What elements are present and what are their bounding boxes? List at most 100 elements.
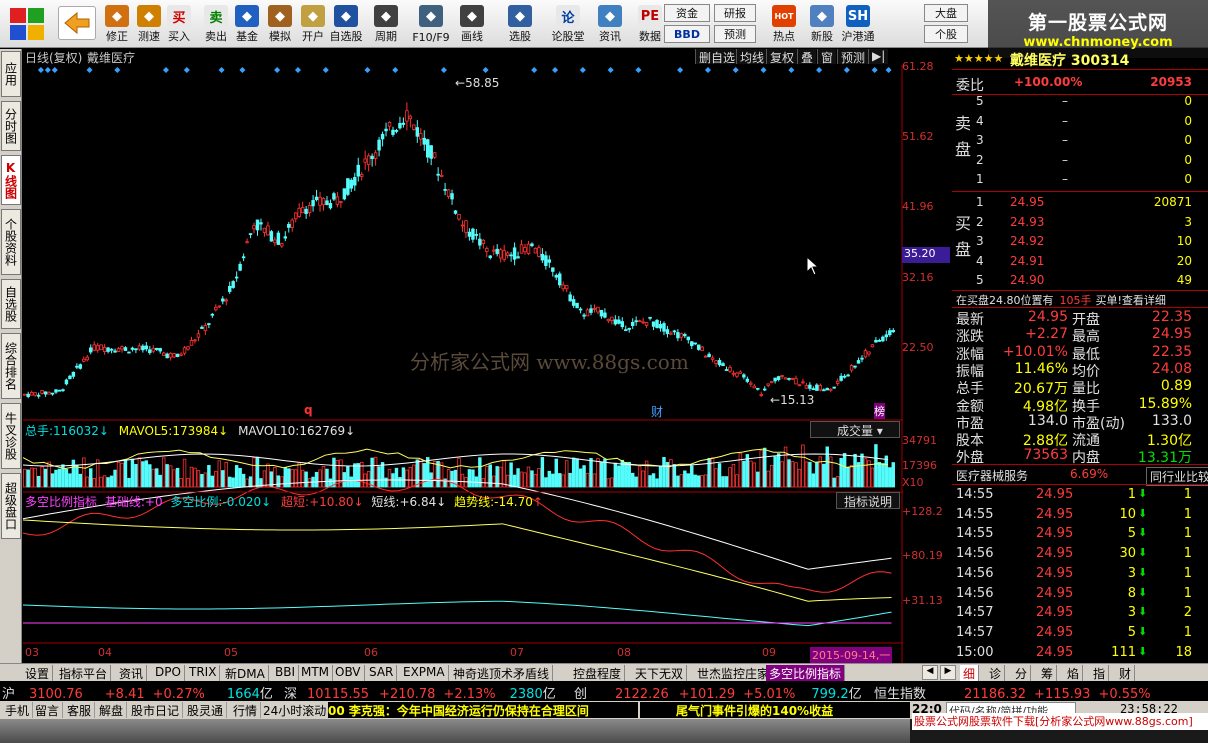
论股堂-toolbar-button[interactable]: 论论股堂 — [548, 2, 588, 46]
research-chip[interactable]: 研报 — [714, 4, 756, 22]
volume-bar — [742, 460, 746, 488]
marker-rank[interactable]: 榜 — [874, 403, 885, 419]
x-axis-cursor-date: 2015-09-14,一 — [810, 647, 893, 663]
forecast-chip[interactable]: 预测 — [714, 25, 756, 43]
buy-level-row[interactable]: 5 24.90 49 — [952, 273, 1194, 290]
sh-index[interactable]: 沪 3100.76 +8.41 +0.27% 1664亿 — [2, 683, 273, 702]
back-button[interactable] — [58, 6, 96, 40]
indicator-tab[interactable]: DPO — [152, 665, 185, 681]
indicator-tab[interactable]: 指标平台 — [56, 665, 112, 681]
single-stock-chip[interactable]: 个股 — [924, 25, 968, 43]
status-bar-item[interactable]: 解盘 — [96, 702, 128, 718]
toolbar-button-label: 热点 — [773, 30, 795, 43]
last-bar-button[interactable]: ▶| — [868, 49, 889, 64]
indicator-tab[interactable]: TRIX — [186, 665, 221, 681]
sz-index[interactable]: 深 10115.55 +210.78 +2.13% 2380亿 — [284, 683, 556, 702]
window-button[interactable]: 窗 — [817, 49, 837, 65]
tab-ranking[interactable]: 综合排名 — [1, 333, 21, 399]
quote-panel-tab[interactable]: 指 — [1090, 665, 1110, 681]
修正-toolbar-button[interactable]: ◆ 修正 — [102, 2, 132, 46]
开户-toolbar-button[interactable]: ◆ 开户 — [297, 2, 329, 46]
卖出-toolbar-button[interactable]: 卖卖出 — [200, 2, 232, 46]
资讯-toolbar-button[interactable]: ◆ 资讯 — [590, 2, 630, 46]
indicator-tab[interactable]: SAR — [366, 665, 398, 681]
F10-F9-toolbar-button[interactable]: ◆ F10/F9 — [410, 2, 452, 46]
tab-watchlist[interactable]: 自选股 — [1, 279, 21, 329]
tick-row: 14:55 24.95 5 ⬇ 1 — [952, 526, 1194, 543]
模拟-toolbar-button[interactable]: ◆ 模拟 — [264, 2, 296, 46]
chevron-down-icon: ▾ — [876, 424, 883, 438]
status-bar-item[interactable]: 留言 — [32, 702, 64, 718]
自选股-toolbar-button[interactable]: ◆ 自选股 — [329, 2, 363, 46]
buy-level-row[interactable]: 4 24.91 20 — [952, 254, 1194, 271]
scroll-right-button[interactable]: ▶ — [940, 665, 956, 680]
indicator-tab[interactable]: BBI — [272, 665, 300, 681]
买入-toolbar-button[interactable]: 买买入 — [163, 2, 195, 46]
indicator-tab[interactable]: MTM — [298, 665, 334, 681]
buy-level-row[interactable]: 1 24.95 20871 — [952, 195, 1194, 212]
quote-panel-tab[interactable]: 财 — [1116, 665, 1136, 681]
沪港通-toolbar-button[interactable]: SH 沪港通 — [842, 2, 875, 46]
marker-finance[interactable]: 财 — [651, 403, 663, 420]
news-ticker-1[interactable]: 00 李克强：今年中国经济运行仍保持在合理区间 — [328, 702, 638, 718]
status-bar-item[interactable]: 股灵通 — [184, 702, 228, 718]
新股-toolbar-button[interactable]: ◆ 新股 — [806, 2, 838, 46]
hs-index[interactable]: 恒生指数 21186.32 +115.93 +0.55% — [874, 683, 1151, 702]
indicator-tab[interactable]: 新DMA — [222, 665, 269, 681]
sell-level-row[interactable]: 1 – 0 — [952, 172, 1194, 189]
quote-panel-tab[interactable]: 筹 — [1038, 665, 1058, 681]
基金-toolbar-button[interactable]: ◆ 基金 — [232, 2, 262, 46]
indicator-tab[interactable]: OBV — [332, 665, 365, 681]
画线-toolbar-button[interactable]: ◆ 画线 — [452, 2, 492, 46]
tab-apps[interactable]: 应用 — [1, 51, 21, 97]
quote-panel-tab[interactable]: 诊 — [986, 665, 1006, 681]
indicator-tab[interactable]: 设置 — [22, 665, 54, 681]
sell-level-row[interactable]: 5 – 0 — [952, 94, 1194, 111]
cy-index[interactable]: 创 2122.26 +101.29 +5.01% 799.2亿 — [574, 683, 862, 702]
indicator-tab[interactable]: 控盘程度 — [570, 665, 626, 681]
tab-super-depth[interactable]: 超级盘口 — [1, 473, 21, 539]
status-bar-item[interactable]: 股市日记 — [128, 702, 184, 718]
ma-button[interactable]: 均线 — [736, 49, 768, 65]
adjust-button[interactable]: 复权 — [766, 49, 798, 65]
indicator-tab[interactable]: 多空比例指标 — [766, 665, 846, 681]
sell-level-row[interactable]: 3 – 0 — [952, 133, 1194, 150]
candle-body — [839, 375, 843, 381]
buy-level-row[interactable]: 2 24.93 3 — [952, 215, 1194, 232]
volume-indicator-select[interactable]: 成交量 ▾ — [810, 421, 900, 438]
tab-diagnosis[interactable]: 牛叉诊股 — [1, 403, 21, 469]
sell-level-row[interactable]: 4 – 0 — [952, 114, 1194, 131]
quote-panel-tab[interactable]: 焰 — [1064, 665, 1084, 681]
buy-level-row[interactable]: 3 24.92 10 — [952, 234, 1194, 251]
tab-stock-info[interactable]: 个股资料 — [1, 209, 21, 275]
indicator-tab[interactable]: 神奇逃顶术矛盾线 — [450, 665, 554, 681]
测速-toolbar-button[interactable]: ◆ 测速 — [133, 2, 165, 46]
status-bar-item[interactable]: 行情 — [230, 702, 262, 718]
选股-toolbar-button[interactable]: ◆ 选股 — [498, 2, 542, 46]
bbd-chip[interactable]: BBD — [664, 25, 710, 43]
forecast-button[interactable]: 预测 — [837, 49, 869, 65]
scroll-left-button[interactable]: ◀ — [922, 665, 938, 680]
tab-intraday[interactable]: 分时图 — [1, 101, 21, 151]
market-chip[interactable]: 大盘 — [924, 4, 968, 22]
sell-level-row[interactable]: 2 – 0 — [952, 153, 1194, 170]
indicator-tab[interactable]: 世杰监控庄家 — [694, 665, 774, 681]
news-ticker-2[interactable]: 尾气门事件引爆的140%收益 — [640, 702, 910, 718]
热点-toolbar-button[interactable]: HOT 热点 — [766, 2, 802, 46]
overlay-button[interactable]: 叠 — [797, 49, 817, 65]
tab-kline[interactable]: K线图 — [1, 155, 21, 205]
indicator-tab[interactable]: 资讯 — [116, 665, 148, 681]
indicator-tab[interactable]: EXPMA — [400, 665, 449, 681]
remove-watchlist-button[interactable]: 删自选 — [695, 49, 739, 65]
status-bar-item[interactable]: 客服 — [64, 702, 96, 718]
status-bar-item[interactable]: 24小时滚动 — [260, 702, 331, 718]
quote-panel-tab[interactable]: 细 — [960, 665, 980, 681]
indicator-help-button[interactable]: 指标说明 — [836, 492, 900, 509]
candle-body — [780, 375, 784, 377]
buy-order-notice[interactable]: 在买盘24.80位置有 105手 买单!查看详细 — [956, 292, 1166, 308]
indicator-tab[interactable]: 天下无双 — [632, 665, 688, 681]
quote-panel-tab[interactable]: 分 — [1012, 665, 1032, 681]
status-bar-item[interactable]: 手机 — [2, 702, 34, 718]
fund-chip[interactable]: 资金 — [664, 4, 710, 22]
周期-toolbar-button[interactable]: ◆ 周期 — [366, 2, 406, 46]
